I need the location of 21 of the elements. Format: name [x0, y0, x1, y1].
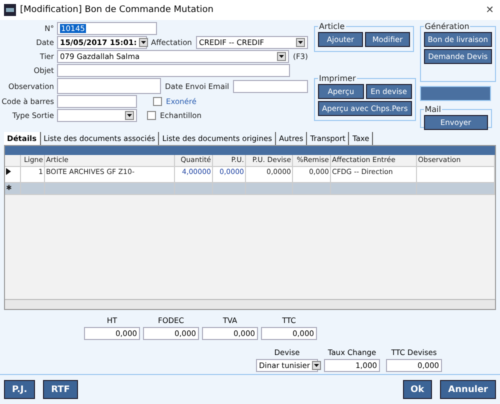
window-title: [Modification] Bon de Commande Mutation	[20, 5, 215, 15]
caret-icon	[277, 52, 286, 61]
type-dropdown[interactable]	[57, 109, 137, 122]
observation-field[interactable]	[57, 78, 161, 94]
caret-icon	[312, 361, 321, 370]
barcode-field[interactable]	[57, 95, 137, 108]
caret-icon	[138, 38, 148, 47]
checkbox[interactable]	[153, 97, 162, 106]
email-date-field[interactable]	[233, 80, 308, 92]
footer-button[interactable]: P.J.	[4, 380, 36, 399]
footer-button[interactable]: Annuler	[440, 380, 496, 399]
caret-icon	[296, 38, 305, 47]
footer-button[interactable]: RTF	[43, 380, 78, 399]
objet-field[interactable]	[57, 64, 290, 77]
footer-button[interactable]: Ok	[402, 380, 432, 399]
checkbox[interactable]	[147, 111, 156, 120]
app-icon	[4, 4, 16, 16]
close-icon[interactable]: ✕	[486, 4, 494, 16]
caret-icon	[125, 111, 134, 120]
blank-panel	[420, 86, 491, 102]
current-row-icon	[6, 168, 11, 175]
